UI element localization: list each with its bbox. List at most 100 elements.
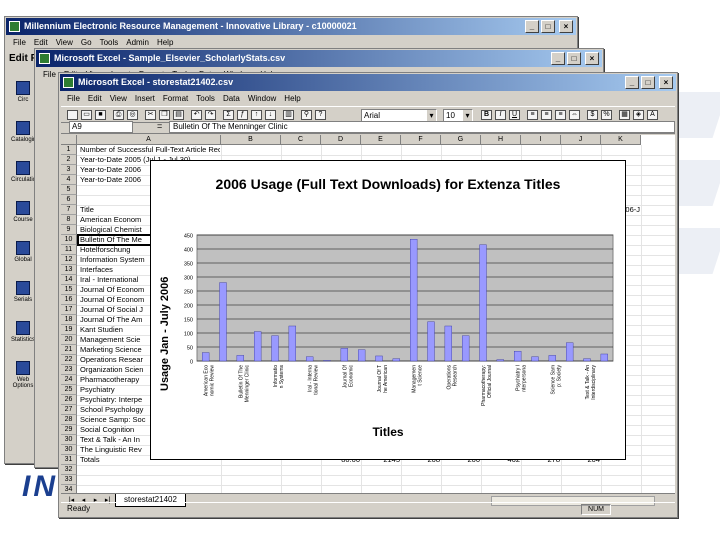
column-header-e[interactable]: E: [361, 135, 401, 145]
column-header-f[interactable]: F: [401, 135, 441, 145]
row-header[interactable]: 25: [61, 385, 77, 395]
column-header-i[interactable]: I: [521, 135, 561, 145]
column-header-a[interactable]: A: [77, 135, 221, 145]
bar-21[interactable]: [548, 355, 557, 362]
print-icon[interactable]: ⎙: [113, 110, 124, 120]
row-header[interactable]: 19: [61, 325, 77, 335]
save-icon[interactable]: ■: [95, 110, 106, 120]
bar-13[interactable]: [410, 238, 418, 362]
row-header[interactable]: 15: [61, 285, 77, 295]
align-left-icon[interactable]: ≡: [527, 110, 538, 120]
sort-descending-icon[interactable]: ↓: [265, 110, 276, 120]
side-button-web-options[interactable]: Web Options: [11, 361, 35, 397]
row-header[interactable]: 18: [61, 315, 77, 325]
bar-7[interactable]: [305, 356, 314, 362]
align-right-icon[interactable]: ≡: [555, 110, 566, 120]
side-button-cataloging[interactable]: Cataloging: [11, 121, 40, 157]
underline-icon[interactable]: U: [509, 110, 520, 120]
side-button-circ[interactable]: Circ: [11, 81, 35, 117]
menu-tools[interactable]: Tools: [196, 92, 215, 106]
minimize-button[interactable]: _: [551, 52, 565, 65]
column-header-k[interactable]: K: [601, 135, 641, 145]
row-header[interactable]: 7: [61, 205, 77, 215]
row-header[interactable]: 2: [61, 155, 77, 165]
row-header[interactable]: 28: [61, 415, 77, 425]
redo-icon[interactable]: ↷: [205, 110, 216, 120]
close-button[interactable]: ×: [585, 52, 599, 65]
row-header[interactable]: 5: [61, 185, 77, 195]
bar-10[interactable]: [357, 349, 366, 362]
borders-icon[interactable]: ▦: [619, 110, 630, 120]
merge-center-icon[interactable]: ⇔: [569, 110, 580, 120]
menu-data[interactable]: Data: [223, 92, 240, 106]
menu-edit[interactable]: Edit: [88, 92, 102, 106]
close-button[interactable]: ×: [659, 76, 673, 89]
row-header[interactable]: 10: [61, 235, 77, 245]
row-header[interactable]: 12: [61, 255, 77, 265]
chart-wizard-icon[interactable]: ▥: [283, 110, 294, 120]
bar-19[interactable]: [514, 350, 522, 362]
bar-1[interactable]: [202, 352, 210, 362]
menu-file[interactable]: File: [13, 36, 26, 50]
row-header[interactable]: 24: [61, 375, 77, 385]
bar-9[interactable]: [340, 348, 349, 362]
bar-16[interactable]: [462, 335, 470, 362]
bar-15[interactable]: [444, 325, 453, 362]
name-box[interactable]: A9: [69, 121, 133, 133]
side-button-circulation[interactable]: Circulation: [11, 161, 39, 197]
menu-window[interactable]: Window: [248, 92, 276, 106]
bar-17[interactable]: [479, 244, 487, 362]
row-header[interactable]: 8: [61, 215, 77, 225]
sort-ascending-icon[interactable]: ↑: [251, 110, 262, 120]
autosum-icon[interactable]: Σ: [223, 110, 234, 120]
currency-icon[interactable]: $: [587, 110, 598, 120]
cell-a[interactable]: Number of Successful Full-Text Article R…: [78, 145, 220, 155]
copy-icon[interactable]: ❐: [159, 110, 170, 120]
column-header-c[interactable]: C: [281, 135, 321, 145]
menu-view[interactable]: View: [110, 92, 127, 106]
bar-18[interactable]: [496, 359, 505, 362]
zoom-icon[interactable]: ⚲: [301, 110, 312, 120]
menu-file[interactable]: File: [43, 68, 56, 82]
cut-icon[interactable]: ✂: [145, 110, 156, 120]
bar-14[interactable]: [427, 321, 435, 362]
side-button-global[interactable]: Global: [11, 241, 35, 277]
column-header-d[interactable]: D: [321, 135, 361, 145]
align-center-icon[interactable]: ≡: [541, 110, 552, 120]
minimize-button[interactable]: _: [625, 76, 639, 89]
italic-icon[interactable]: I: [495, 110, 506, 120]
bar-12[interactable]: [392, 358, 401, 362]
bar-2[interactable]: [219, 282, 227, 362]
row-header[interactable]: 21: [61, 345, 77, 355]
column-header-h[interactable]: H: [481, 135, 521, 145]
help-icon[interactable]: ?: [315, 110, 326, 120]
side-button-course[interactable]: Course: [11, 201, 35, 237]
row-header[interactable]: 27: [61, 405, 77, 415]
fill-color-icon[interactable]: ◈: [633, 110, 644, 120]
column-header-b[interactable]: B: [221, 135, 281, 145]
row-header[interactable]: 1: [61, 145, 77, 155]
column-header-g[interactable]: G: [441, 135, 481, 145]
row-header[interactable]: 16: [61, 295, 77, 305]
bar-4[interactable]: [253, 331, 262, 362]
side-button-statistics[interactable]: Statistics: [11, 321, 35, 357]
bar-3[interactable]: [236, 355, 245, 362]
row-header[interactable]: 17: [61, 305, 77, 315]
row-header[interactable]: 4: [61, 175, 77, 185]
paste-icon[interactable]: ▤: [173, 110, 184, 120]
percent-icon[interactable]: %: [601, 110, 612, 120]
menu-format[interactable]: Format: [163, 92, 188, 106]
bar-5[interactable]: [271, 335, 279, 362]
formula-input[interactable]: Bulletin Of The Menninger Clinic: [169, 121, 675, 133]
row-header[interactable]: 23: [61, 365, 77, 375]
bar-20[interactable]: [531, 356, 539, 362]
row-header[interactable]: 14: [61, 275, 77, 285]
column-header-j[interactable]: J: [561, 135, 601, 145]
row-header[interactable]: 6: [61, 195, 77, 205]
row-header[interactable]: 9: [61, 225, 77, 235]
bar-23[interactable]: [583, 358, 591, 362]
row-header[interactable]: 29: [61, 425, 77, 435]
close-button[interactable]: ×: [559, 20, 573, 33]
bar-22[interactable]: [566, 342, 574, 362]
function-icon[interactable]: ƒ: [237, 110, 248, 120]
